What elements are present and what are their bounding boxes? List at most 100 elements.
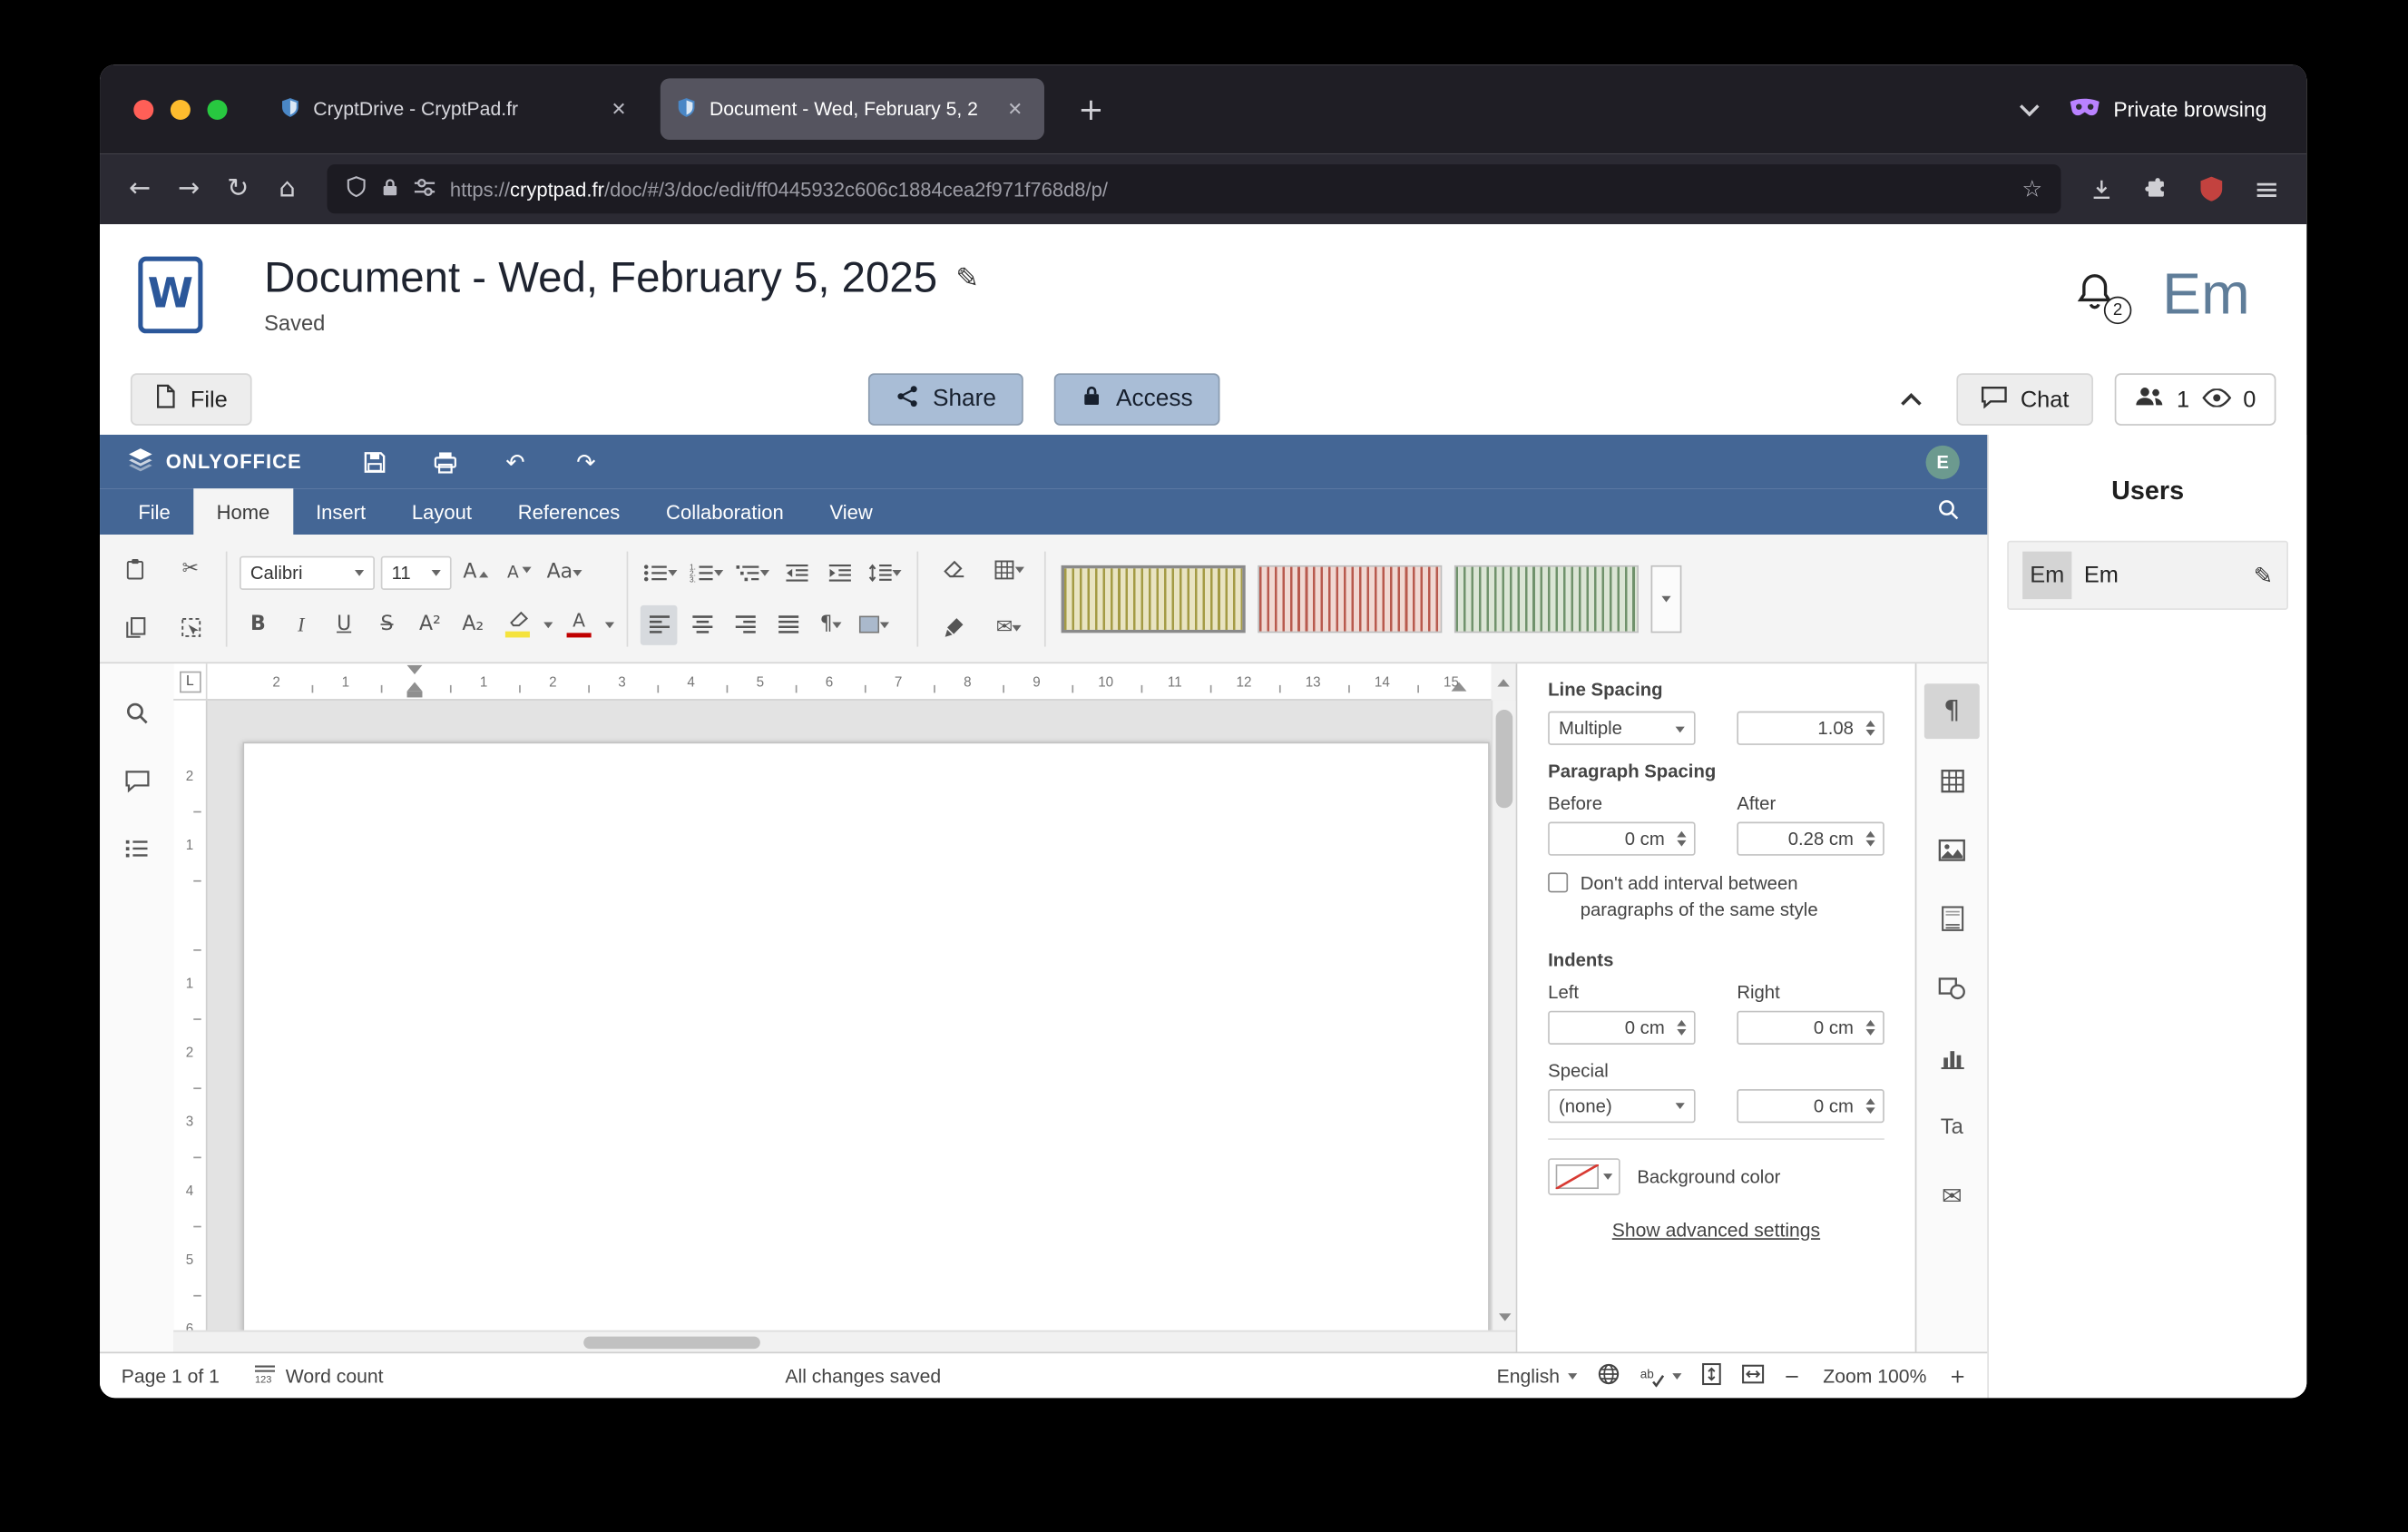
- copy-style-icon[interactable]: [935, 607, 973, 647]
- indent-right-spinner[interactable]: 0 cm: [1737, 1010, 1884, 1044]
- change-case-icon[interactable]: Aa: [543, 552, 584, 592]
- globe-icon[interactable]: [1597, 1361, 1620, 1389]
- align-right-button[interactable]: [727, 604, 764, 644]
- highlight-color-chevron-down-icon[interactable]: [543, 623, 553, 633]
- vertical-scroll-thumb[interactable]: [1496, 710, 1513, 808]
- minimize-window-button[interactable]: [171, 99, 191, 119]
- fit-width-icon[interactable]: [1741, 1363, 1764, 1388]
- url-text[interactable]: https://cryptpad.fr/doc/#/3/doc/edit/ff0…: [450, 177, 2008, 200]
- font-family-select[interactable]: Calibri: [240, 555, 375, 589]
- menu-tab-insert[interactable]: Insert: [293, 488, 389, 535]
- menu-tab-references[interactable]: References: [494, 488, 642, 535]
- paragraph-settings-icon[interactable]: ¶: [1924, 683, 1980, 739]
- back-icon[interactable]: ←: [115, 166, 164, 212]
- highlight-color-button[interactable]: [497, 604, 537, 644]
- fit-page-icon[interactable]: [1701, 1361, 1721, 1389]
- redo-icon[interactable]: ↷: [560, 442, 612, 482]
- spacing-after-spinner[interactable]: 0.28 cm: [1737, 822, 1884, 856]
- tab-document[interactable]: Document - Wed, February 5, 2 ✕: [661, 78, 1044, 140]
- find-search-icon[interactable]: [113, 688, 162, 737]
- line-spacing-select[interactable]: Multiple: [1548, 712, 1695, 745]
- downloads-icon[interactable]: [2076, 166, 2125, 212]
- header-footer-settings-icon[interactable]: [1924, 891, 1980, 947]
- special-indent-select[interactable]: (none): [1548, 1089, 1695, 1123]
- notifications-bell-icon[interactable]: 2: [2073, 268, 2122, 320]
- mail-merge-icon[interactable]: ✉: [991, 607, 1028, 647]
- bookmark-star-icon[interactable]: ☆: [2021, 175, 2042, 202]
- mailmerge-settings-icon[interactable]: ✉: [1924, 1167, 1980, 1223]
- paragraph-shading-icon[interactable]: [856, 604, 893, 644]
- editor-user-badge[interactable]: E: [1926, 445, 1960, 478]
- line-spacing-icon[interactable]: [865, 552, 905, 592]
- ublock-icon[interactable]: [2187, 166, 2236, 212]
- tab-cryptdrive[interactable]: CryptDrive - CryptPad.fr ✕: [264, 78, 648, 140]
- background-color-picker[interactable]: [1548, 1158, 1620, 1195]
- language-select[interactable]: English: [1497, 1365, 1577, 1387]
- fullscreen-window-button[interactable]: [208, 99, 228, 119]
- numbered-list-icon[interactable]: 1.2.3.: [687, 552, 727, 592]
- menu-tab-home[interactable]: Home: [193, 488, 292, 535]
- reload-icon[interactable]: ↻: [213, 166, 262, 212]
- file-menu-button[interactable]: File: [131, 373, 252, 426]
- edit-user-name-pencil-icon[interactable]: ✎: [2254, 562, 2273, 589]
- new-tab-button[interactable]: +: [1069, 91, 1113, 128]
- save-icon[interactable]: [348, 442, 401, 482]
- forward-icon[interactable]: →: [164, 166, 213, 212]
- left-indent-marker[interactable]: [407, 674, 423, 692]
- search-icon[interactable]: [1936, 497, 1959, 528]
- font-size-select[interactable]: 11: [381, 555, 452, 589]
- tracking-shield-icon[interactable]: [346, 175, 367, 202]
- style-preview-2[interactable]: [1258, 565, 1442, 632]
- justify-button[interactable]: [769, 604, 807, 644]
- scroll-down-arrow[interactable]: [1493, 1311, 1517, 1325]
- copy-icon[interactable]: [117, 607, 154, 647]
- collapse-toolbar-chevron-up-icon[interactable]: [1888, 377, 1934, 423]
- share-button[interactable]: Share: [868, 373, 1024, 426]
- spacing-before-spinner[interactable]: 0 cm: [1548, 822, 1695, 856]
- nonprinting-characters-icon[interactable]: ¶: [812, 604, 849, 644]
- zoom-out-button[interactable]: −: [1784, 1364, 1800, 1387]
- line-spacing-spinner[interactable]: 1.08: [1737, 712, 1884, 745]
- zoom-level[interactable]: Zoom 100%: [1823, 1365, 1926, 1387]
- horizontal-scroll-thumb[interactable]: [583, 1337, 760, 1350]
- table-settings-icon[interactable]: [1924, 752, 1980, 808]
- menu-tab-collaboration[interactable]: Collaboration: [643, 488, 807, 535]
- word-count-button[interactable]: 123 Word count: [253, 1363, 383, 1388]
- permissions-sliders-icon[interactable]: [413, 176, 436, 202]
- close-icon[interactable]: ✕: [1001, 95, 1029, 123]
- menu-hamburger-icon[interactable]: ≡: [2242, 166, 2291, 212]
- print-icon[interactable]: [418, 442, 471, 482]
- strikethrough-button[interactable]: S: [368, 604, 406, 644]
- extensions-puzzle-icon[interactable]: [2131, 166, 2180, 212]
- align-left-button[interactable]: [641, 604, 678, 644]
- zoom-in-button[interactable]: +: [1950, 1364, 1966, 1387]
- home-icon[interactable]: ⌂: [262, 166, 311, 212]
- italic-button[interactable]: I: [282, 604, 319, 644]
- spellcheck-button[interactable]: ab: [1640, 1365, 1681, 1387]
- style-preview-3[interactable]: [1454, 565, 1639, 632]
- url-bar[interactable]: https://cryptpad.fr/doc/#/3/doc/edit/ff0…: [328, 164, 2061, 213]
- horizontal-scrollbar[interactable]: [173, 1331, 1515, 1352]
- indent-left-spinner[interactable]: 0 cm: [1548, 1010, 1695, 1044]
- increase-indent-icon[interactable]: [822, 552, 859, 592]
- account-avatar[interactable]: Em: [2162, 265, 2249, 323]
- paste-icon[interactable]: [117, 549, 154, 589]
- multilevel-list-icon[interactable]: [732, 552, 772, 592]
- bold-button[interactable]: B: [240, 604, 277, 644]
- font-color-button[interactable]: A: [559, 604, 599, 644]
- cut-scissors-icon[interactable]: ✂: [172, 549, 210, 589]
- document-page[interactable]: [242, 742, 1489, 1331]
- superscript-button[interactable]: A²: [412, 604, 449, 644]
- presence-indicator[interactable]: 1 0: [2115, 373, 2276, 426]
- menu-tab-file[interactable]: File: [115, 488, 193, 535]
- underline-button[interactable]: U: [326, 604, 363, 644]
- special-indent-spinner[interactable]: 0 cm: [1737, 1089, 1884, 1123]
- page-indicator[interactable]: Page 1 of 1: [122, 1365, 220, 1387]
- menu-tab-view[interactable]: View: [807, 488, 896, 535]
- decrease-font-size-icon[interactable]: A: [501, 552, 538, 592]
- shape-settings-icon[interactable]: [1924, 960, 1980, 1016]
- image-settings-icon[interactable]: [1924, 822, 1980, 878]
- left-indent-handle[interactable]: [407, 692, 423, 698]
- bullet-list-icon[interactable]: [641, 552, 680, 592]
- vertical-scrollbar[interactable]: [1492, 701, 1516, 1331]
